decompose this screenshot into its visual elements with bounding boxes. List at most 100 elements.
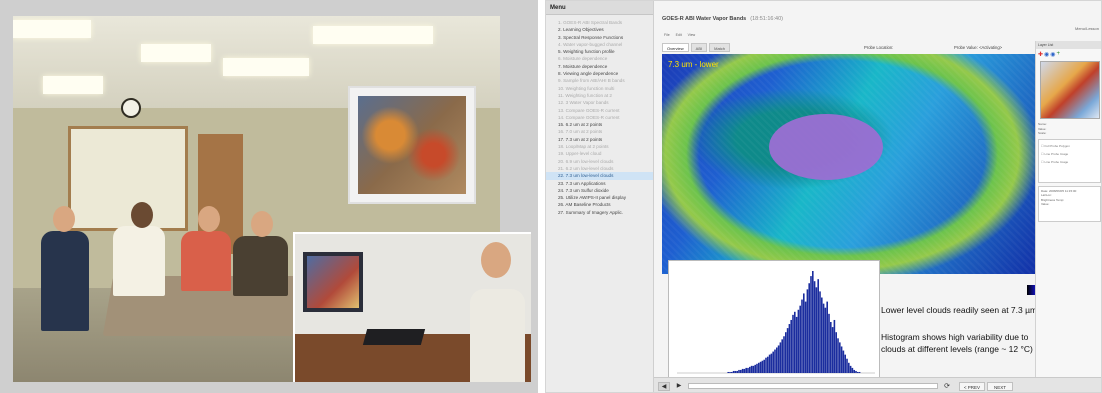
histogram-bar [777, 345, 780, 373]
menu-item[interactable]: 21. 6.2 um low-level clouds [546, 165, 653, 172]
menu-list: 1. GOES-R ABI Spectral Bands 2. Learning … [546, 15, 653, 216]
menu-item[interactable]: 6. Moisture dependence [546, 55, 653, 62]
menu-item[interactable]: 9. Sample from ABI/AHI B bands [546, 77, 653, 84]
histogram-bar [817, 279, 819, 373]
page-title-text: GOES-R ABI Water Vapor Bands [662, 16, 747, 22]
histogram-bar [734, 370, 737, 373]
histogram-bar [786, 328, 789, 373]
layer-panel: Layer List ✚ ◉ ◉ + Name: Value: Scale: ☐… [1035, 41, 1101, 377]
probe-value-readout: Probe Value: <Activating> [954, 45, 1003, 50]
histogram-bar [781, 339, 783, 373]
next-button[interactable]: NEXT [987, 382, 1013, 391]
menu-item[interactable]: 25. Utilize AWIPS-II panel display [546, 194, 653, 201]
histogram-bar [738, 369, 740, 373]
monitor-screen [307, 256, 359, 308]
menu-item[interactable]: 26. AM Baseline Products [546, 201, 653, 208]
tab-abi[interactable]: ABI [690, 43, 708, 52]
menu-item[interactable]: 8. Viewing angle dependence [546, 70, 653, 77]
histogram-bar [741, 368, 744, 373]
histogram-bar [858, 371, 861, 373]
overview-thumbnail[interactable] [1039, 61, 1100, 119]
annotation-histogram: Histogram shows high variability due to … [881, 332, 1033, 354]
toggle-layer-icon[interactable]: ◉ [1050, 51, 1055, 58]
histogram-bar [763, 359, 765, 373]
tab-overview[interactable]: Overview [662, 43, 689, 52]
menu-item[interactable]: 11. Weighting function at 2 [546, 92, 653, 99]
menu-item[interactable]: 18. Loop/Map at 2 points [546, 143, 653, 150]
menu-item[interactable]: 12. 3 Water Vapor bands [546, 99, 653, 106]
mini-toolbar: File Edit View [662, 33, 697, 37]
checkbox-item[interactable]: ☐ Line Probe Image [1041, 150, 1098, 158]
menu-lesson-link[interactable]: Menu/Lesson [1075, 26, 1099, 31]
menu-item[interactable]: 19. Upper-level cloud [546, 150, 653, 157]
histogram-bar [815, 287, 818, 373]
participant-head [131, 202, 153, 228]
menu-item[interactable]: 24. 7.3 um Sulfur dioxide [546, 187, 653, 194]
histogram-bar [797, 309, 800, 373]
checkbox-item[interactable]: ☐ Full Probe Polygon [1041, 142, 1098, 150]
menu-title: Menu [546, 1, 653, 15]
training-app-window: Menu 1. GOES-R ABI Spectral Bands 2. Lear… [545, 0, 1102, 393]
title-bar: GOES-R ABI Water Vapor Bands (18:51:16:40… [654, 1, 1101, 31]
screen: Menu 1. GOES-R ABI Spectral Bands 2. Lear… [0, 0, 1102, 393]
histogram-bar [846, 358, 848, 373]
add-layer-icon[interactable]: ✚ [1038, 51, 1043, 58]
menu-item[interactable]: 15. 6.2 um at 2 points [546, 121, 653, 128]
histogram-bar [835, 332, 837, 373]
toolbar-item[interactable]: File [662, 33, 672, 37]
menu-item[interactable]: 14. Compare GOES-R current [546, 114, 653, 121]
menu-item[interactable]: 17. 7.3 um at 2 points [546, 136, 653, 143]
histogram-bar [848, 362, 850, 373]
wall-clock-icon [121, 98, 141, 118]
histogram-bar [806, 289, 809, 373]
menu-item[interactable]: 22. 7.3 um low-level clouds [546, 172, 653, 180]
menu-item[interactable]: 5. Weighting function profile [546, 48, 653, 55]
participant [233, 236, 288, 296]
layer-fields: Name: Value: Scale: [1036, 122, 1101, 136]
toolbar-item[interactable]: Edit [674, 33, 684, 37]
zoom-in-icon[interactable]: + [1057, 51, 1061, 57]
menu-item[interactable]: 7. Moisture dependence [546, 63, 653, 70]
tab-match[interactable]: Match [709, 43, 731, 52]
toolbar-item[interactable]: View [686, 33, 698, 37]
rewind-button[interactable]: ◀ [658, 382, 670, 391]
projection-screen [348, 86, 476, 204]
layer-panel-header: Layer List [1036, 41, 1101, 49]
menu-item[interactable]: 1. GOES-R ABI Spectral Bands [546, 19, 653, 26]
checkbox-item[interactable]: ☐ Line Probe Image [1041, 158, 1098, 166]
menu-item[interactable]: 10. Weighting function multi [546, 85, 653, 92]
menu-item[interactable]: 4. Water vapor-bugged channel [546, 41, 653, 48]
histogram-bar [853, 369, 855, 373]
view-tabs: Overview ABI Match [662, 43, 731, 52]
participant [41, 231, 89, 331]
menu-item[interactable]: 13. Compare GOES-R current [546, 107, 653, 114]
participant-head [53, 206, 75, 232]
probe-region[interactable] [769, 114, 883, 180]
histogram-bar [857, 371, 859, 373]
histogram-bar [754, 364, 756, 373]
menu-item[interactable]: 20. 6.9 um low-level clouds [546, 158, 653, 165]
menu-item[interactable]: 2. Learning Objectives [546, 26, 653, 33]
timeline-slider[interactable] [688, 383, 938, 389]
prev-button[interactable]: < PREV [959, 382, 985, 391]
instructor-inset-photo [293, 232, 531, 382]
menu-item[interactable]: 16. 7.0 um at 2 points [546, 128, 653, 135]
ceiling-light [223, 58, 309, 76]
histogram-bar [774, 349, 776, 373]
page-title-time: (18:51:16:40) [750, 16, 783, 22]
menu-item[interactable]: 27. Summary of Imagery Applic. [546, 209, 653, 216]
histogram-bar [740, 369, 742, 373]
ceiling-light [43, 76, 103, 94]
menu-item[interactable]: 3. Spectral Response Functions [546, 34, 653, 41]
checkbox-label: Line Probe Image [1044, 151, 1069, 156]
refresh-icon[interactable]: ⟳ [942, 382, 952, 391]
histogram-bar [776, 347, 778, 373]
satellite-image-viewer[interactable]: 7.3 um - lower [662, 54, 1035, 274]
histogram-bar [813, 281, 816, 373]
play-button[interactable]: ▶ [674, 382, 684, 391]
histogram-bar [799, 305, 801, 373]
ceiling-light [313, 26, 433, 44]
ceiling-light [141, 44, 211, 62]
menu-item[interactable]: 23. 7.3 um Applications [546, 180, 653, 187]
toggle-layer-icon[interactable]: ◉ [1044, 51, 1049, 58]
